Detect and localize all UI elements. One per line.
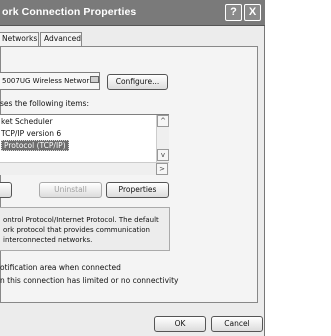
description-group: ontrol Protocol/Internet Protocol. The d… [0,207,170,251]
option-show-icon-label[interactable]: otification area when connected [0,263,121,272]
install-button[interactable] [0,182,12,198]
tab-networks[interactable]: Networks [0,32,39,46]
adapter-name: 5007UG Wireless Networ [2,77,90,85]
items-heading: ses the following items: [0,99,89,108]
cancel-button[interactable]: Cancel [211,316,263,332]
description-line: ontrol Protocol/Internet Protocol. The d… [3,216,159,224]
option-notify-label[interactable]: n this connection has limited or no conn… [0,276,178,285]
title-bar[interactable]: ork Connection Properties ? X [0,0,265,26]
scroll-right-icon[interactable]: > [156,163,168,175]
description-line: interconnected networks. [3,236,93,244]
vertical-scrollbar[interactable]: ^ v [156,115,169,162]
close-button[interactable]: X [244,4,261,21]
window-title: ork Connection Properties [2,6,137,18]
uninstall-button[interactable]: Uninstall [39,182,102,198]
configure-button[interactable]: Configure... [107,74,168,90]
horizontal-scrollbar[interactable]: > [0,162,169,175]
list-item-tcpip[interactable]: Protocol (TCP/IP) [1,140,69,151]
components-list[interactable]: ket Scheduler TCP/IP version 6 Protocol … [0,114,169,175]
properties-button[interactable]: Properties [106,182,169,198]
scroll-down-icon[interactable]: v [157,149,169,161]
help-button[interactable]: ? [225,4,242,21]
description-line: ork protocol that provides communication [3,226,150,234]
network-adapter-icon [90,76,99,83]
ok-button[interactable]: OK [154,316,206,332]
scroll-up-icon[interactable]: ^ [157,115,169,127]
adapter-name-field: 5007UG Wireless Networ [0,72,100,90]
list-item-packet-scheduler[interactable]: ket Scheduler [1,117,53,126]
connection-properties-window: ork Connection Properties ? X Networks A… [0,0,265,336]
list-item-tcpip-v6[interactable]: TCP/IP version 6 [1,129,61,138]
tab-advanced[interactable]: Advanced [40,32,82,46]
